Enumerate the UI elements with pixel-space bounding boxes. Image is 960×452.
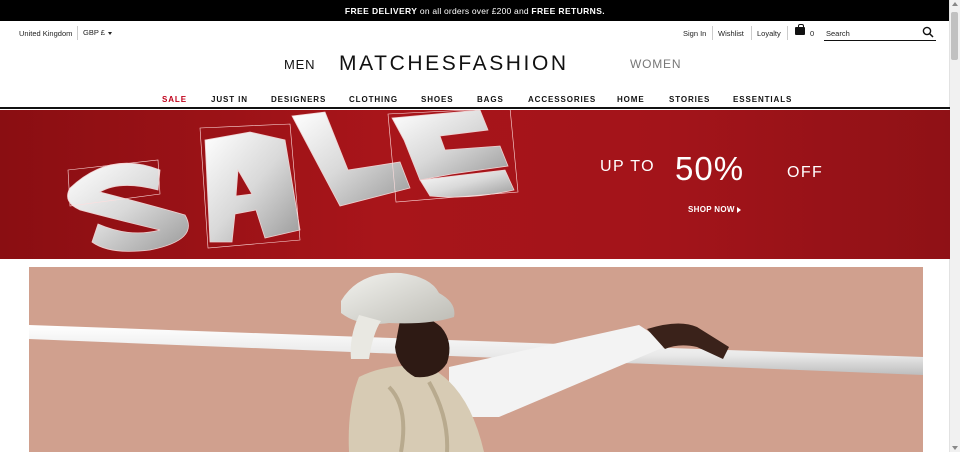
promo-banner: FREE DELIVERY on all orders over £200 an… — [0, 0, 950, 21]
logo[interactable]: MATCHESFASHION — [339, 52, 569, 76]
utility-bar: United Kingdom GBP £ Sign In Wishlist Lo… — [0, 21, 950, 45]
divider — [77, 26, 78, 40]
divider — [751, 26, 752, 40]
nav-item-shoes[interactable]: SHOES — [421, 95, 454, 104]
divider — [712, 26, 713, 40]
brand-header: MEN MATCHESFASHION WOMEN — [0, 52, 950, 80]
promo-free-delivery: FREE DELIVERY — [344, 5, 418, 16]
bag-count[interactable]: 0 — [810, 29, 814, 38]
chevron-down-icon — [107, 31, 112, 35]
promo-free-returns: FREE RETURNS. — [531, 5, 606, 16]
promo-condition: on all orders over £200 and — [417, 5, 532, 16]
nav-item-bags[interactable]: BAGS — [477, 95, 504, 104]
hero-up-to: UP TO — [600, 158, 656, 175]
wishlist-link[interactable]: Wishlist — [718, 29, 744, 38]
search-icon[interactable] — [922, 26, 934, 38]
nav-item-clothing[interactable]: CLOTHING — [349, 95, 398, 104]
loyalty-link[interactable]: Loyalty — [757, 29, 781, 38]
nav-item-designers[interactable]: DESIGNERS — [271, 95, 326, 104]
nav-item-stories[interactable]: STORIES — [669, 95, 710, 104]
model-with-pole-image — [29, 272, 923, 452]
nav-underline — [0, 107, 950, 109]
divider — [787, 26, 788, 40]
sale-hero-banner[interactable]: UP TO 50% OFF SHOP NOW — [0, 110, 950, 259]
nav-item-home[interactable]: HOME — [617, 95, 645, 104]
shop-now-button[interactable]: SHOP NOW — [688, 205, 741, 214]
currency-label: GBP £ — [83, 28, 105, 37]
sign-in-link[interactable]: Sign In — [683, 29, 706, 38]
bag-icon[interactable] — [795, 24, 805, 35]
nav-item-accessories[interactable]: ACCESSORIES — [528, 95, 596, 104]
sale-3d-letters-image — [67, 110, 519, 252]
men-link[interactable]: MEN — [284, 57, 315, 72]
shop-now-label: SHOP NOW — [688, 205, 735, 214]
nav-item-essentials[interactable]: ESSENTIALS — [733, 95, 792, 104]
currency-selector[interactable]: GBP £ — [83, 28, 112, 37]
main-nav: SALE JUST IN DESIGNERS CLOTHING SHOES BA… — [0, 93, 950, 107]
hero-percent: 50% — [675, 150, 745, 187]
nav-item-just-in[interactable]: JUST IN — [211, 95, 248, 104]
page-scrollbar[interactable] — [949, 0, 960, 452]
country-selector[interactable]: United Kingdom — [19, 29, 72, 38]
women-link[interactable]: WOMEN — [630, 57, 681, 71]
chevron-right-icon — [736, 206, 741, 213]
search-box — [824, 26, 936, 41]
scrollbar-thumb[interactable] — [951, 12, 958, 60]
nav-item-sale[interactable]: SALE — [162, 95, 187, 104]
campaign-photo[interactable] — [29, 267, 923, 452]
scroll-down-arrow-icon[interactable] — [952, 446, 958, 450]
hero-off: OFF — [787, 164, 824, 181]
search-input[interactable] — [826, 27, 916, 39]
scroll-up-arrow-icon[interactable] — [952, 2, 958, 6]
